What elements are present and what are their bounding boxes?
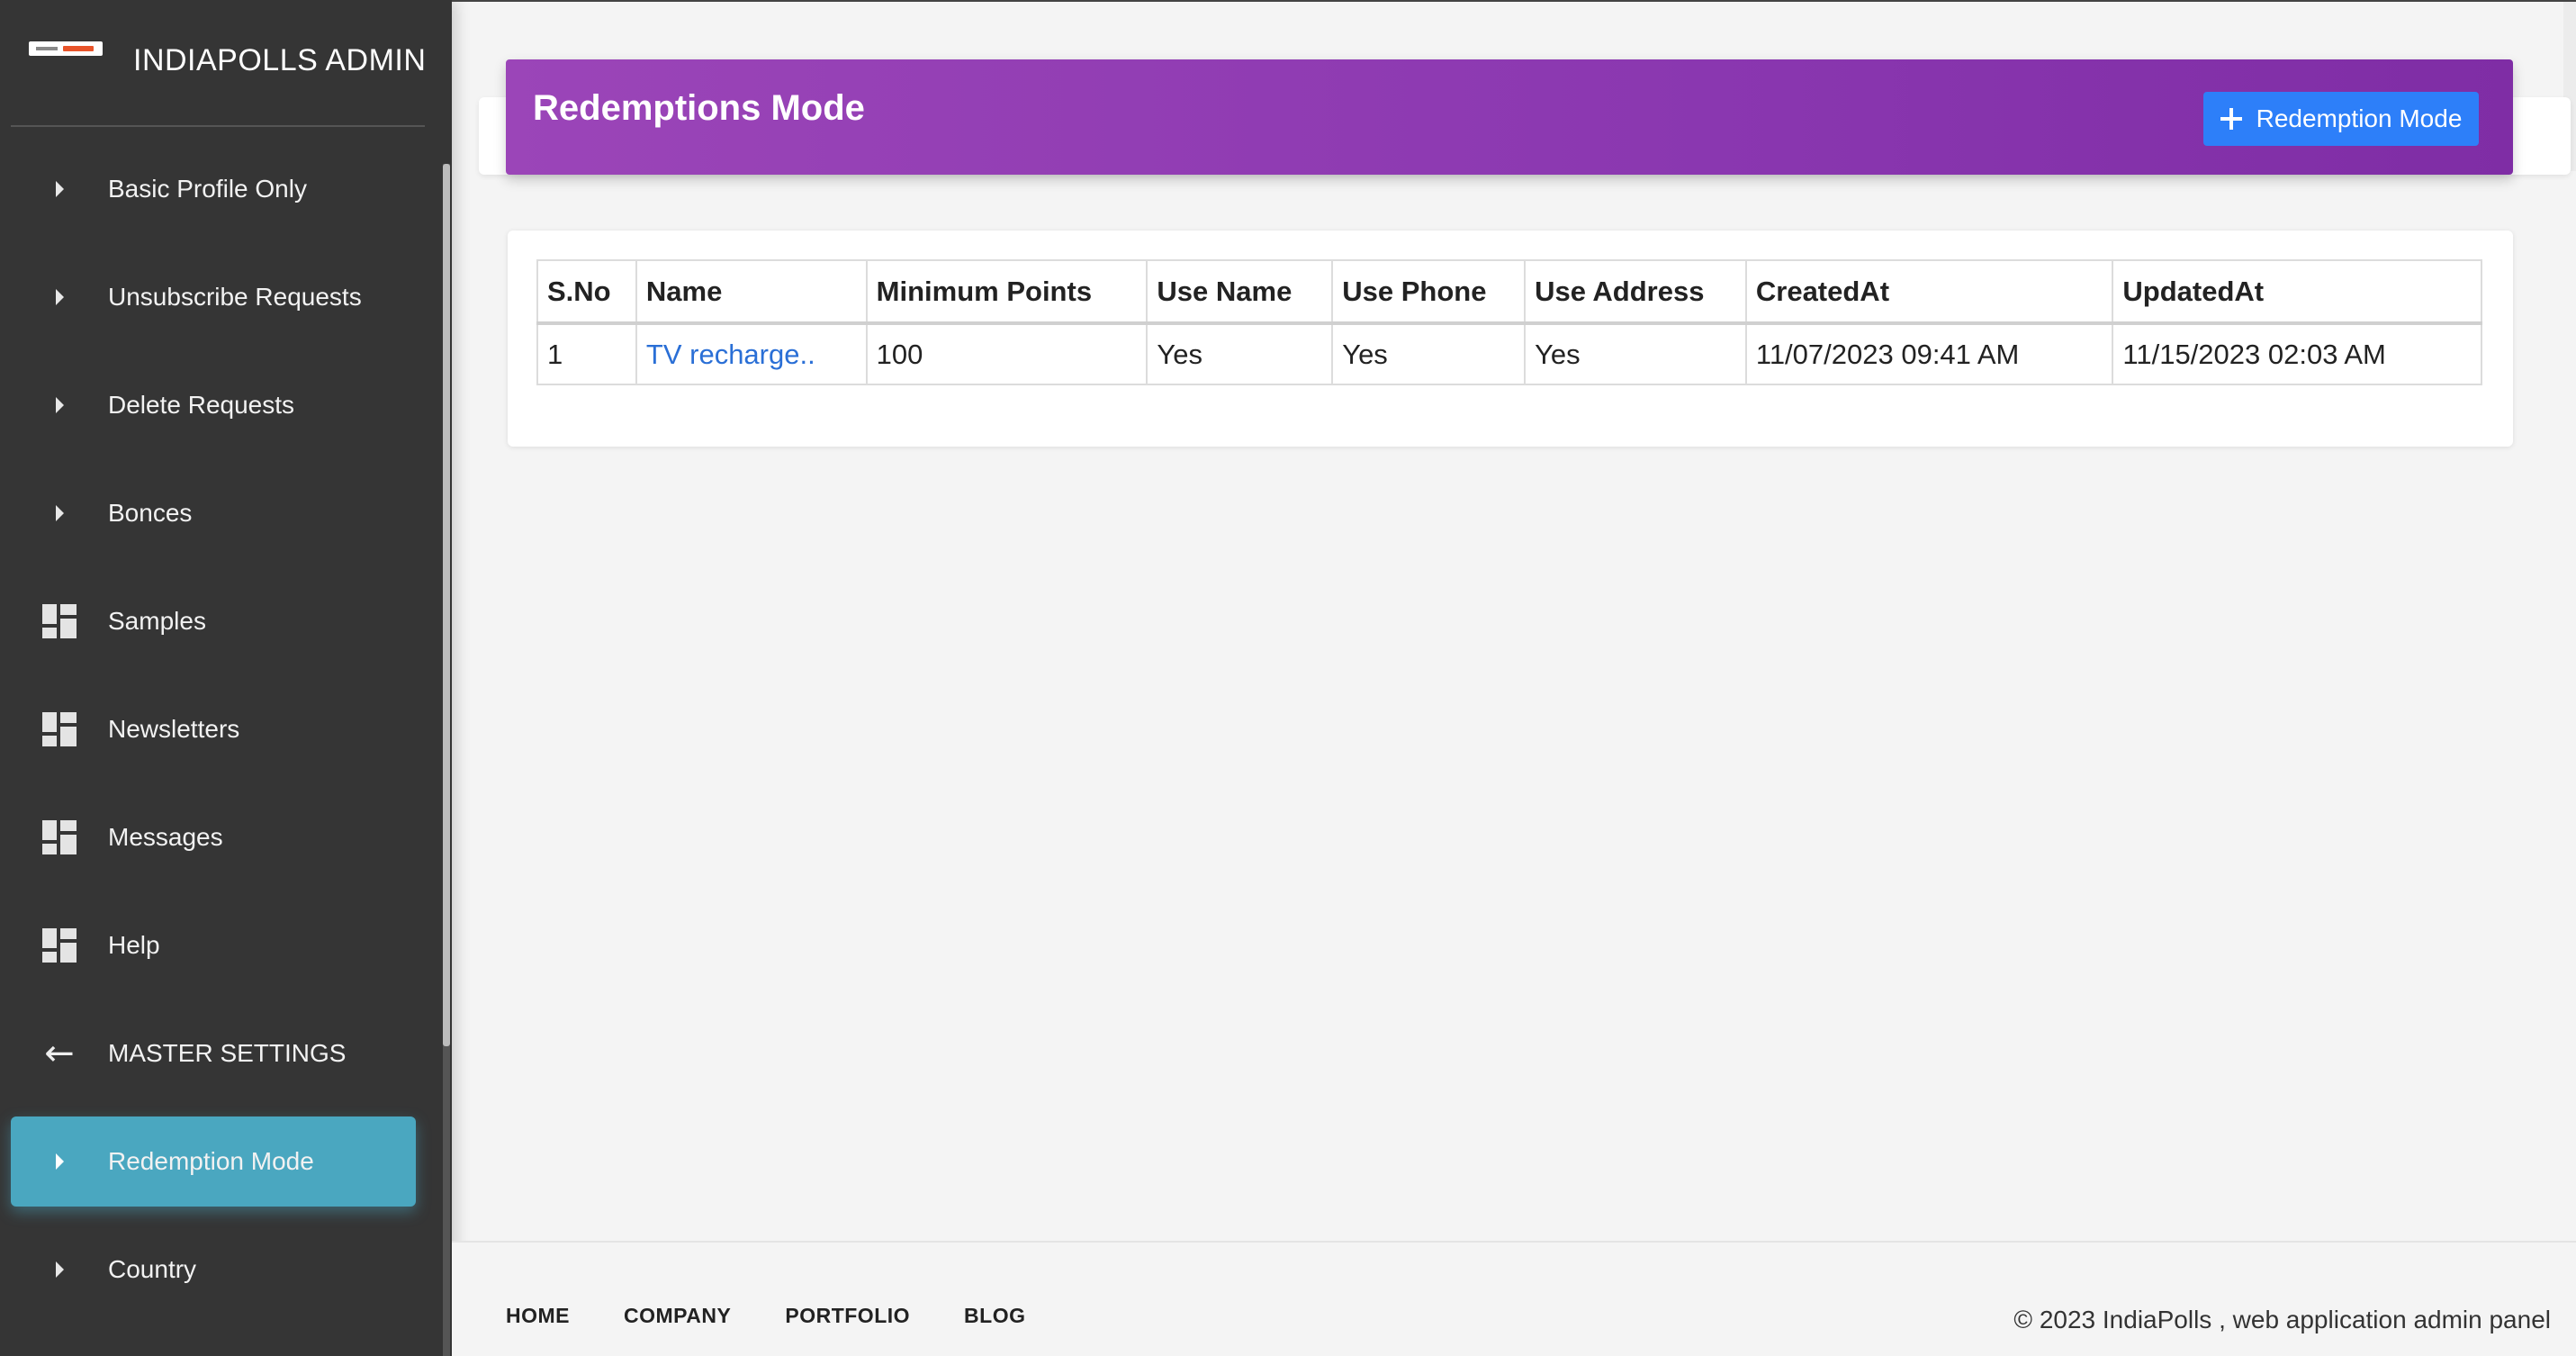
table-cell: 11/07/2023 09:41 AM (1744, 322, 2114, 385)
copyright-text: © 2023 IndiaPolls , web application admi… (2013, 1306, 2551, 1333)
caret-right-icon (41, 387, 77, 423)
sidebar-item-label: Help (108, 931, 160, 959)
table-cell: Yes (1146, 322, 1334, 385)
column-header[interactable]: Use Phone (1331, 259, 1527, 324)
add-button-label: Redemption Mode (2256, 104, 2463, 132)
sidebar-item-bonces[interactable]: Bonces (11, 468, 416, 558)
column-header[interactable]: CreatedAt (1744, 259, 2114, 324)
dashboard-icon (41, 927, 77, 963)
sidebar-brand: INDIAPOLLS ADMIN (11, 0, 426, 127)
sidebar-item-delete-requests[interactable]: Delete Requests (11, 360, 416, 450)
sidebar-item-label: Samples (108, 607, 206, 635)
column-header[interactable]: Name (635, 259, 868, 324)
footer: HOME COMPANY PORTFOLIO BLOG © 2023 India… (452, 1241, 2576, 1356)
sidebar-item-basic-profile-only[interactable]: Basic Profile Only (11, 144, 416, 234)
table-row: 1 TV recharge.. 100 Yes Yes Yes 11/07/20… (536, 322, 2482, 385)
table-cell: 1 (536, 322, 637, 385)
sidebar-item-label: Country (108, 1255, 197, 1283)
footer-link-company[interactable]: COMPANY (624, 1304, 731, 1328)
table-cell: 11/15/2023 02:03 AM (2112, 322, 2482, 385)
column-header[interactable]: Use Name (1146, 259, 1334, 324)
footer-link-home[interactable]: HOME (506, 1304, 570, 1328)
sidebar-item-country[interactable]: Country (11, 1225, 416, 1315)
sidebar-nav: Basic Profile Only Unsubscribe Requests … (11, 144, 416, 1333)
main-content: Redemptions Mode Redemption Mode S.No Na… (452, 0, 2576, 1356)
sidebar-item-label: Basic Profile Only (108, 175, 307, 203)
footer-link-blog[interactable]: BLOG (964, 1304, 1025, 1328)
footer-link-portfolio[interactable]: PORTFOLIO (785, 1304, 910, 1328)
caret-right-icon (41, 1144, 77, 1180)
sidebar-item-unsubscribe-requests[interactable]: Unsubscribe Requests (11, 252, 416, 342)
table-cell: 100 (865, 322, 1148, 385)
table-cell: TV recharge.. (635, 322, 868, 385)
footer-links: HOME COMPANY PORTFOLIO BLOG (506, 1304, 1079, 1328)
sidebar-item-master-settings[interactable]: ← MASTER SETTINGS (11, 1008, 416, 1098)
page-header: Redemptions Mode Redemption Mode (506, 59, 2513, 175)
caret-right-icon (41, 495, 77, 531)
arrow-left-icon: ← (44, 1033, 75, 1074)
sidebar-item-messages[interactable]: Messages (11, 792, 416, 882)
brand-logo[interactable] (29, 41, 103, 56)
sidebar: INDIAPOLLS ADMIN Basic Profile Only Unsu… (0, 0, 452, 1356)
table-card: S.No Name Minimum Points Use Name Use Ph… (508, 231, 2513, 447)
sidebar-item-label: Bonces (108, 499, 193, 527)
dashboard-icon (41, 711, 77, 747)
caret-right-icon (41, 171, 77, 207)
sidebar-item-redemption-mode[interactable]: Redemption Mode (11, 1116, 416, 1207)
sidebar-item-label: Delete Requests (108, 391, 295, 419)
sidebar-item-label: Unsubscribe Requests (108, 283, 362, 311)
column-header[interactable]: S.No (536, 259, 637, 324)
plus-icon (2220, 108, 2242, 130)
sidebar-item-help[interactable]: Help (11, 900, 416, 990)
caret-right-icon (41, 1252, 77, 1288)
column-header[interactable]: UpdatedAt (2112, 259, 2482, 324)
sidebar-item-newsletters[interactable]: Newsletters (11, 684, 416, 774)
column-header[interactable]: Minimum Points (865, 259, 1148, 324)
sidebar-scrollbar-thumb[interactable] (443, 164, 450, 1046)
dashboard-icon (41, 819, 77, 855)
sidebar-item-label: Newsletters (108, 715, 240, 743)
brand-title[interactable]: INDIAPOLLS ADMIN (133, 43, 426, 78)
add-redemption-mode-button[interactable]: Redemption Mode (2203, 92, 2479, 146)
table-header-row: S.No Name Minimum Points Use Name Use Ph… (536, 259, 2482, 324)
sidebar-item-label: Messages (108, 823, 223, 851)
sidebar-item-samples[interactable]: Samples (11, 576, 416, 666)
caret-right-icon (41, 279, 77, 315)
column-header[interactable]: Use Address (1524, 259, 1747, 324)
table-cell: Yes (1331, 322, 1527, 385)
table-cell: Yes (1524, 322, 1747, 385)
sidebar-item-label: MASTER SETTINGS (108, 1039, 347, 1067)
dashboard-icon (41, 603, 77, 639)
page-title: Redemptions Mode (533, 88, 865, 128)
name-link[interactable]: TV recharge.. (646, 339, 815, 370)
sidebar-item-label: Redemption Mode (108, 1147, 314, 1175)
redemption-modes-table: S.No Name Minimum Points Use Name Use Ph… (536, 259, 2482, 385)
